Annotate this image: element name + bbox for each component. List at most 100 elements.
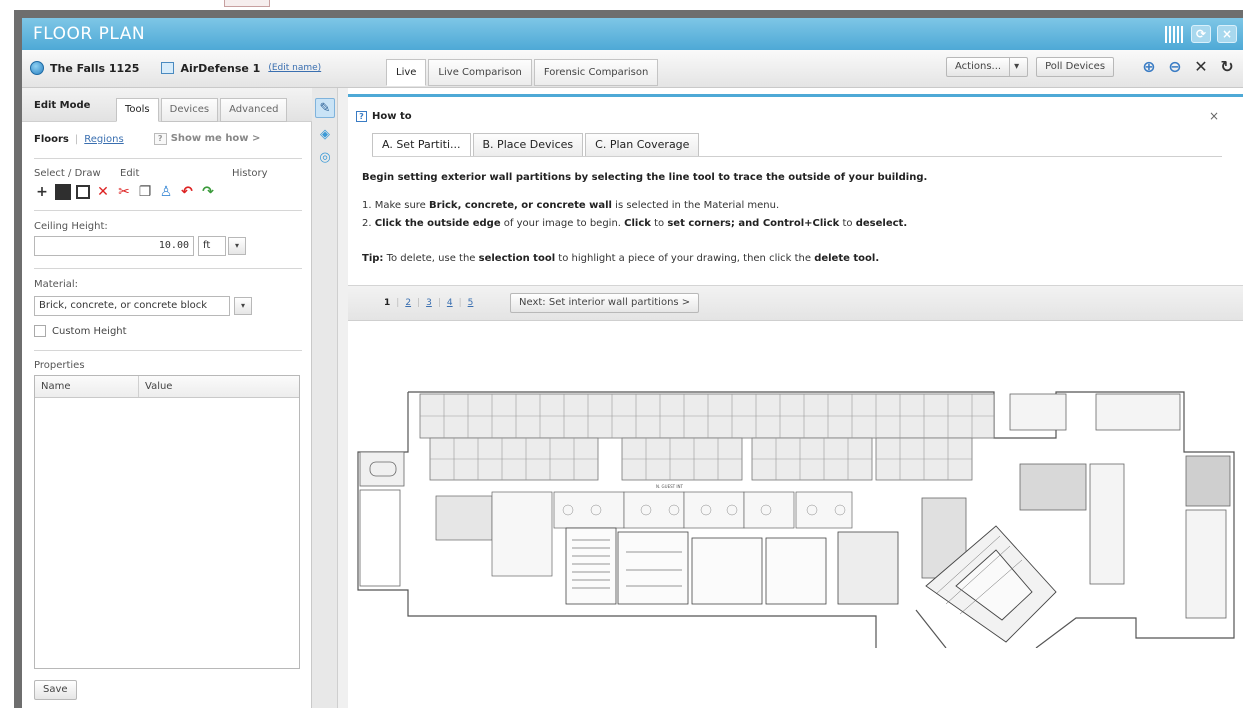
show-me-how-link[interactable]: ? Show me how >: [153, 133, 260, 145]
line-tool-icon[interactable]: [55, 184, 71, 200]
close-icon[interactable]: ×: [1217, 25, 1237, 43]
tab-forensic-comparison[interactable]: Forensic Comparison: [533, 59, 659, 86]
step-2-a: 2.: [362, 218, 375, 229]
edit-panel: Edit Mode Tools Devices Advanced Floors …: [22, 88, 312, 708]
select-draw-label: Select / Draw: [34, 168, 101, 179]
save-button[interactable]: Save: [34, 680, 77, 700]
tab-live[interactable]: Live: [386, 59, 427, 86]
page-3[interactable]: 3: [426, 298, 432, 308]
breadcrumb: The Falls 1125 AirDefense 1 (Edit name): [30, 61, 321, 75]
copy-icon[interactable]: ❐: [137, 184, 153, 200]
floors-link[interactable]: Floors: [34, 134, 69, 145]
step-1-bold: Brick, concrete, or concrete wall: [429, 200, 612, 211]
page-4[interactable]: 4: [447, 298, 453, 308]
splitter[interactable]: [338, 88, 348, 708]
divider: [34, 210, 302, 211]
rectangle-tool-icon[interactable]: [76, 185, 90, 199]
tip-c: to highlight a piece of your drawing, th…: [555, 253, 815, 264]
chevron-down-icon[interactable]: ▾: [228, 237, 246, 255]
help-icon: ?: [153, 133, 167, 145]
close-icon[interactable]: ×: [1209, 109, 1219, 123]
tab-plan-coverage[interactable]: C. Plan Coverage: [585, 133, 700, 157]
tab-advanced[interactable]: Advanced: [220, 98, 288, 122]
page-2[interactable]: 2: [405, 298, 411, 308]
poll-devices-button[interactable]: Poll Devices: [1036, 57, 1115, 77]
step-2-e: to: [650, 218, 668, 229]
step-2-f: set corners; and Control+Click: [667, 218, 840, 229]
step-1: 1. Make sure Brick, concrete, or concret…: [362, 200, 779, 211]
actions-label: Actions...: [955, 61, 1002, 72]
zoom-in-icon[interactable]: ⊕: [1139, 57, 1159, 77]
redo-icon[interactable]: ↷: [200, 184, 216, 200]
step-1-post: is selected in the Material menu.: [611, 200, 780, 211]
target-icon[interactable]: ◎: [315, 148, 335, 168]
tool-icons: + ✕ ✂ ❐ ♙ ↶ ↷: [34, 184, 216, 200]
tab-live-comparison[interactable]: Live Comparison: [428, 59, 532, 86]
rotate-icon[interactable]: ↻: [1217, 57, 1237, 77]
tab-place-devices[interactable]: B. Place Devices: [472, 133, 584, 157]
edit-mode-label: Edit Mode: [34, 100, 91, 111]
column-header-name[interactable]: Name: [35, 376, 139, 397]
divider: [372, 156, 1222, 157]
properties-table: Name Value: [34, 375, 300, 669]
floor-name: AirDefense 1: [180, 61, 261, 75]
custom-height-checkbox[interactable]: Custom Height: [34, 325, 127, 337]
site-name[interactable]: The Falls 1125: [50, 62, 139, 75]
fit-screen-icon[interactable]: ✕: [1191, 57, 1211, 77]
tip-b: selection tool: [478, 253, 556, 264]
column-header-value[interactable]: Value: [139, 376, 172, 397]
how-to-heading: Begin setting exterior wall partitions b…: [362, 172, 928, 183]
grip-icon[interactable]: [1165, 25, 1185, 43]
how-to-panel: ? How to × A. Set Partiti... B. Place De…: [348, 94, 1243, 321]
tip-a: To delete, use the: [383, 253, 479, 264]
history-label: History: [232, 168, 268, 179]
ceiling-height-input[interactable]: 10.00: [34, 236, 194, 256]
zoom-out-icon[interactable]: ⊖: [1165, 57, 1185, 77]
unit-select[interactable]: ft: [198, 236, 226, 256]
vertical-toolbar: ✎ ◈ ◎: [312, 88, 338, 708]
step-1-pre: 1. Make sure: [362, 200, 430, 211]
edit-label: Edit: [120, 168, 140, 179]
plan-room-label: N. GUEST INT: [656, 484, 684, 489]
step-2-g: to: [839, 218, 856, 229]
pencil-icon[interactable]: ✎: [315, 98, 335, 118]
edit-name-link[interactable]: (Edit name): [268, 63, 321, 73]
floor-plan-image[interactable]: N. GUEST INT: [356, 380, 1238, 648]
regions-link[interactable]: Regions: [84, 134, 123, 145]
delete-icon[interactable]: ✕: [95, 184, 111, 200]
actions-dropdown[interactable]: Actions... ▾: [946, 57, 1029, 77]
tab-tools[interactable]: Tools: [116, 98, 159, 122]
chevron-down-icon: ▾: [1009, 58, 1019, 76]
floor-icon: [161, 62, 175, 74]
tab-devices[interactable]: Devices: [160, 98, 219, 122]
step-2: 2. Click the outside edge of your image …: [362, 218, 907, 229]
page-top-strip: [0, 0, 1243, 10]
tip-label: Tip:: [362, 253, 384, 264]
cube-icon[interactable]: ◈: [315, 125, 335, 145]
mode-bar: Edit Mode Tools Devices Advanced: [22, 88, 312, 122]
refresh-icon[interactable]: ⟳: [1191, 25, 1211, 43]
paste-icon[interactable]: ♙: [158, 184, 174, 200]
properties-label: Properties: [34, 360, 85, 371]
step-2-d: Click: [624, 218, 651, 229]
tip: Tip: To delete, use the selection tool t…: [362, 253, 879, 264]
next-step-button[interactable]: Next: Set interior wall partitions >: [510, 293, 700, 313]
chevron-down-icon[interactable]: ▾: [234, 297, 252, 315]
properties-header: Name Value: [35, 376, 299, 398]
ceiling-height-label: Ceiling Height:: [34, 221, 108, 232]
page-5[interactable]: 5: [468, 298, 474, 308]
divider: [34, 158, 302, 159]
floors-regions-row: Floors | Regions ? Show me how >: [34, 133, 302, 145]
step-2-h: deselect.: [855, 218, 908, 229]
tab-set-partitions[interactable]: A. Set Partiti...: [372, 133, 471, 157]
undo-icon[interactable]: ↶: [179, 184, 195, 200]
title-bar: FLOOR PLAN ⟳ ×: [22, 18, 1243, 50]
step-2-c: of your image to begin.: [500, 218, 625, 229]
page-links: 1 | 2 | 3 | 4 | 5: [384, 298, 474, 308]
checkbox-box[interactable]: [34, 325, 46, 337]
material-select[interactable]: Brick, concrete, or concrete block: [34, 296, 230, 316]
page-1[interactable]: 1: [384, 298, 390, 308]
cut-icon[interactable]: ✂: [116, 184, 132, 200]
main-toolbar: The Falls 1125 AirDefense 1 (Edit name) …: [22, 50, 1243, 88]
select-tool-icon[interactable]: +: [34, 184, 50, 200]
